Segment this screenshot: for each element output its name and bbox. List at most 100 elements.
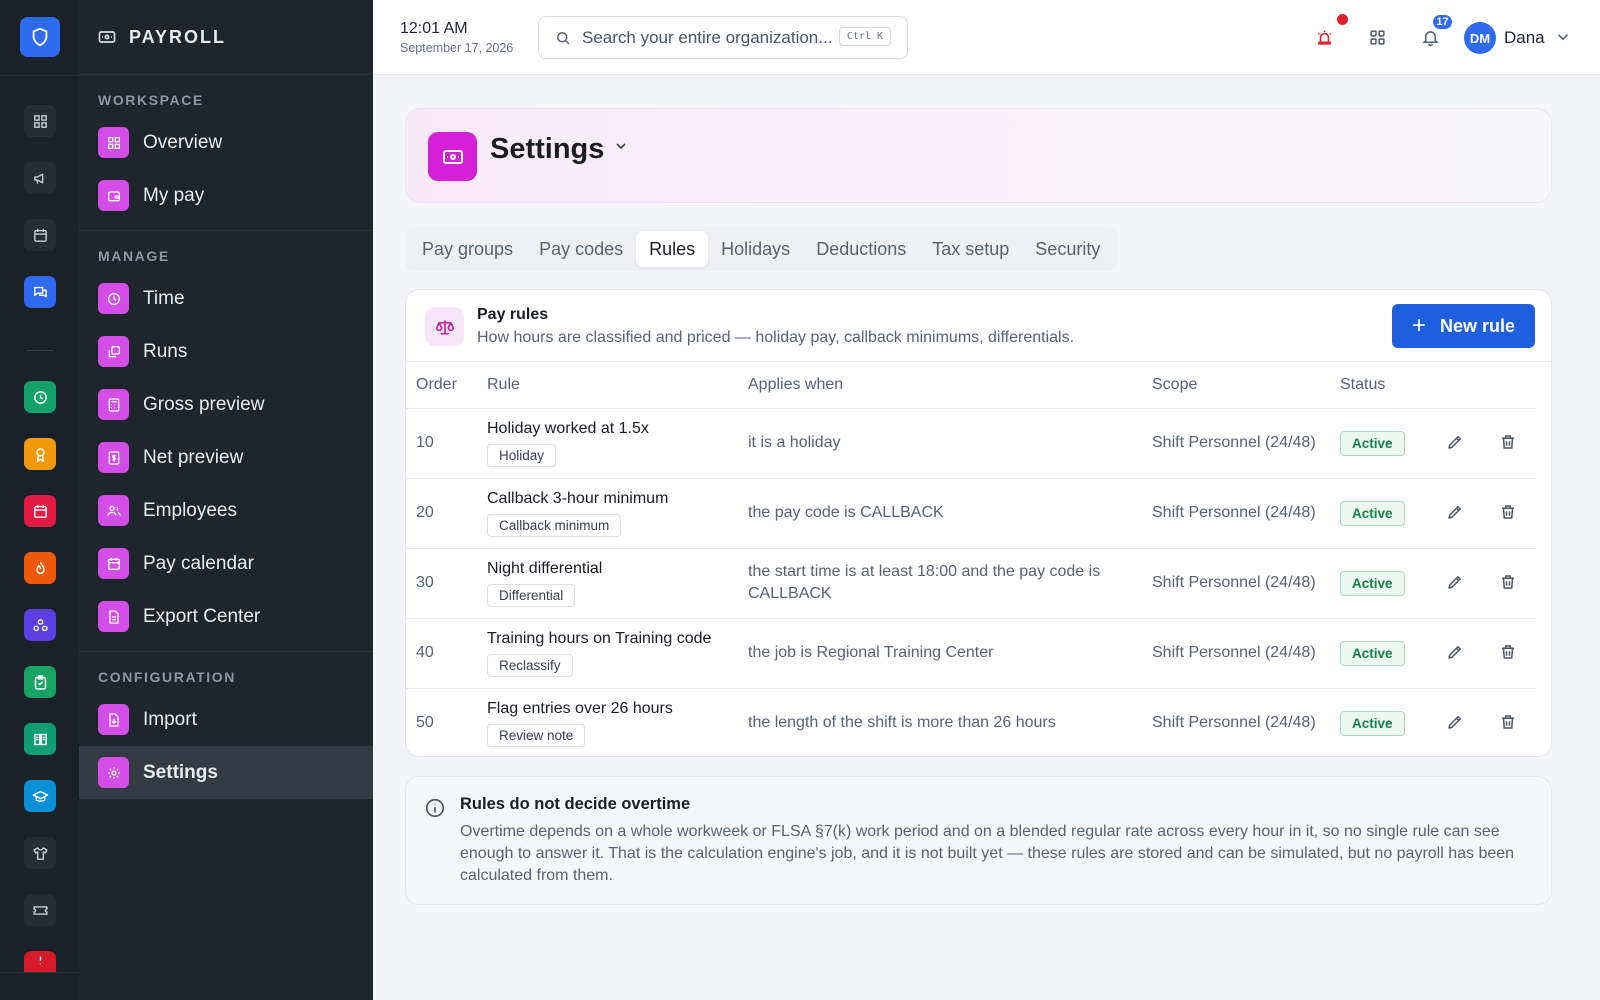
tab-security[interactable]: Security [1022,231,1113,267]
status-badge: Active [1340,430,1405,456]
rail-checklist[interactable] [24,666,56,698]
rail-time[interactable] [24,381,56,413]
rail-training[interactable] [24,780,56,812]
rule-name[interactable]: Night differential [487,560,748,578]
col-actions [1440,362,1536,409]
nav-item-overview[interactable]: Overview [79,116,373,169]
rule-name[interactable]: Flag entries over 26 hours [487,700,748,718]
grid-icon [1369,29,1385,45]
ticket-icon [32,905,48,915]
rail-network[interactable] [24,609,56,641]
shield-icon [32,27,48,47]
current-date: September 17, 2026 [400,41,514,55]
global-search[interactable]: Search your entire organization... Ctrl … [538,16,908,59]
rail-tickets[interactable] [24,894,56,926]
plus-icon: + [1411,312,1426,339]
avatar[interactable]: DM [1464,22,1496,54]
nav-item-settings[interactable]: Settings [79,746,373,799]
status-badge: Active [1340,640,1405,666]
col-scope: Scope [1152,362,1340,409]
tab-tax-setup[interactable]: Tax setup [919,231,1022,267]
nav-item-employees[interactable]: Employees [79,484,373,537]
rail-fire[interactable] [24,552,56,584]
rule-type-tag: Differential [487,583,576,607]
nav-item-pay-calendar[interactable]: Pay calendar [79,537,373,590]
col-rule: Rule [487,362,748,409]
edit-button[interactable] [1444,501,1466,523]
rule-scope: Shift Personnel (24/48) [1152,548,1340,619]
delete-button[interactable] [1497,571,1519,593]
search-icon [557,31,570,45]
rule-order: 30 [406,548,487,619]
rule-scope: Shift Personnel (24/48) [1152,478,1340,549]
table-row: 20 Callback 3-hour minimum Callback minim… [406,478,1536,549]
edit-button[interactable] [1444,571,1466,593]
alerts-button[interactable] [1312,25,1336,49]
rule-order: 40 [406,618,487,689]
card-subtitle: How hours are classified and priced — ho… [477,329,1075,346]
rule-type-tag: Reclassify [487,653,573,677]
nav-item-import[interactable]: Import [79,693,373,746]
rule-name[interactable]: Training hours on Training code [487,630,748,648]
new-rule-button[interactable]: + New rule [1392,304,1535,348]
delete-button[interactable] [1497,641,1519,663]
nav-item-my-pay[interactable]: My pay [79,169,373,222]
pencil-icon [1448,645,1461,659]
delete-button[interactable] [1497,711,1519,733]
note-body: Overtime depends on a whole workweek or … [460,823,1515,884]
page-header: Settings [405,108,1552,203]
rail-awards[interactable] [24,438,56,470]
edit-button[interactable] [1444,711,1466,733]
rail-schedule[interactable] [24,495,56,527]
rule-name[interactable]: Holiday worked at 1.5x [487,420,748,438]
rail-announcements[interactable] [24,162,56,194]
settings-app-icon [428,132,477,181]
tab-holidays[interactable]: Holidays [708,231,803,267]
chevron-down-icon[interactable] [613,138,629,154]
table-row: 50 Flag entries over 26 hours Review note… [406,688,1536,756]
delete-button[interactable] [1497,501,1519,523]
note-title: Rules do not decide overtime [460,795,691,813]
tab-pay-codes[interactable]: Pay codes [526,231,636,267]
rail-calendar[interactable] [24,219,56,251]
rule-name[interactable]: Callback 3-hour minimum [487,490,748,508]
rail-alerts[interactable] [24,951,56,972]
table-row: 40 Training hours on Training code Reclas… [406,618,1536,689]
tab-rules[interactable]: Rules [636,231,709,267]
nav-item-net-preview[interactable]: Net preview [79,431,373,484]
flame-icon [35,561,45,574]
rules-table: Order Rule Applies when Scope Status 10 … [406,362,1536,756]
trash-icon [1502,574,1514,589]
rule-type-tag: Callback minimum [487,513,622,537]
nav-item-time[interactable]: Time [79,272,373,325]
chevron-down-icon[interactable] [1554,28,1572,46]
rail-chat[interactable] [24,276,56,308]
rule-scope: Shift Personnel (24/48) [1152,714,1316,732]
nav-item-gross-preview[interactable]: Gross preview [79,378,373,431]
chat-icon [33,286,47,297]
rail-uniforms[interactable] [24,837,56,869]
app-logo[interactable] [20,17,60,57]
trash-icon [1502,434,1514,449]
rule-order: 50 [416,714,434,732]
megaphone-icon [33,173,43,184]
rail-dashboard[interactable] [24,105,56,137]
rail-documents[interactable] [24,723,56,755]
delete-button[interactable] [1497,431,1519,453]
file-export-icon [108,609,119,624]
apps-button[interactable] [1365,25,1389,49]
edit-button[interactable] [1444,431,1466,453]
rule-condition: the length of the shift is more than 26 … [748,714,1056,732]
search-shortcut: Ctrl K [838,27,891,46]
nav-item-export-center[interactable]: Export Center [79,590,373,643]
user-name[interactable]: Dana [1504,28,1545,48]
nav-item-runs[interactable]: Runs [79,325,373,378]
tab-deductions[interactable]: Deductions [803,231,919,267]
nav-item-label: Employees [143,499,237,521]
table-row: 10 Holiday worked at 1.5x Holiday it is a… [406,408,1536,479]
tab-pay-groups[interactable]: Pay groups [409,231,526,267]
nav-item-label: Time [143,287,185,309]
edit-button[interactable] [1444,641,1466,663]
section-label: CONFIGURATION [98,668,236,685]
nav-item-label: Net preview [143,446,244,468]
